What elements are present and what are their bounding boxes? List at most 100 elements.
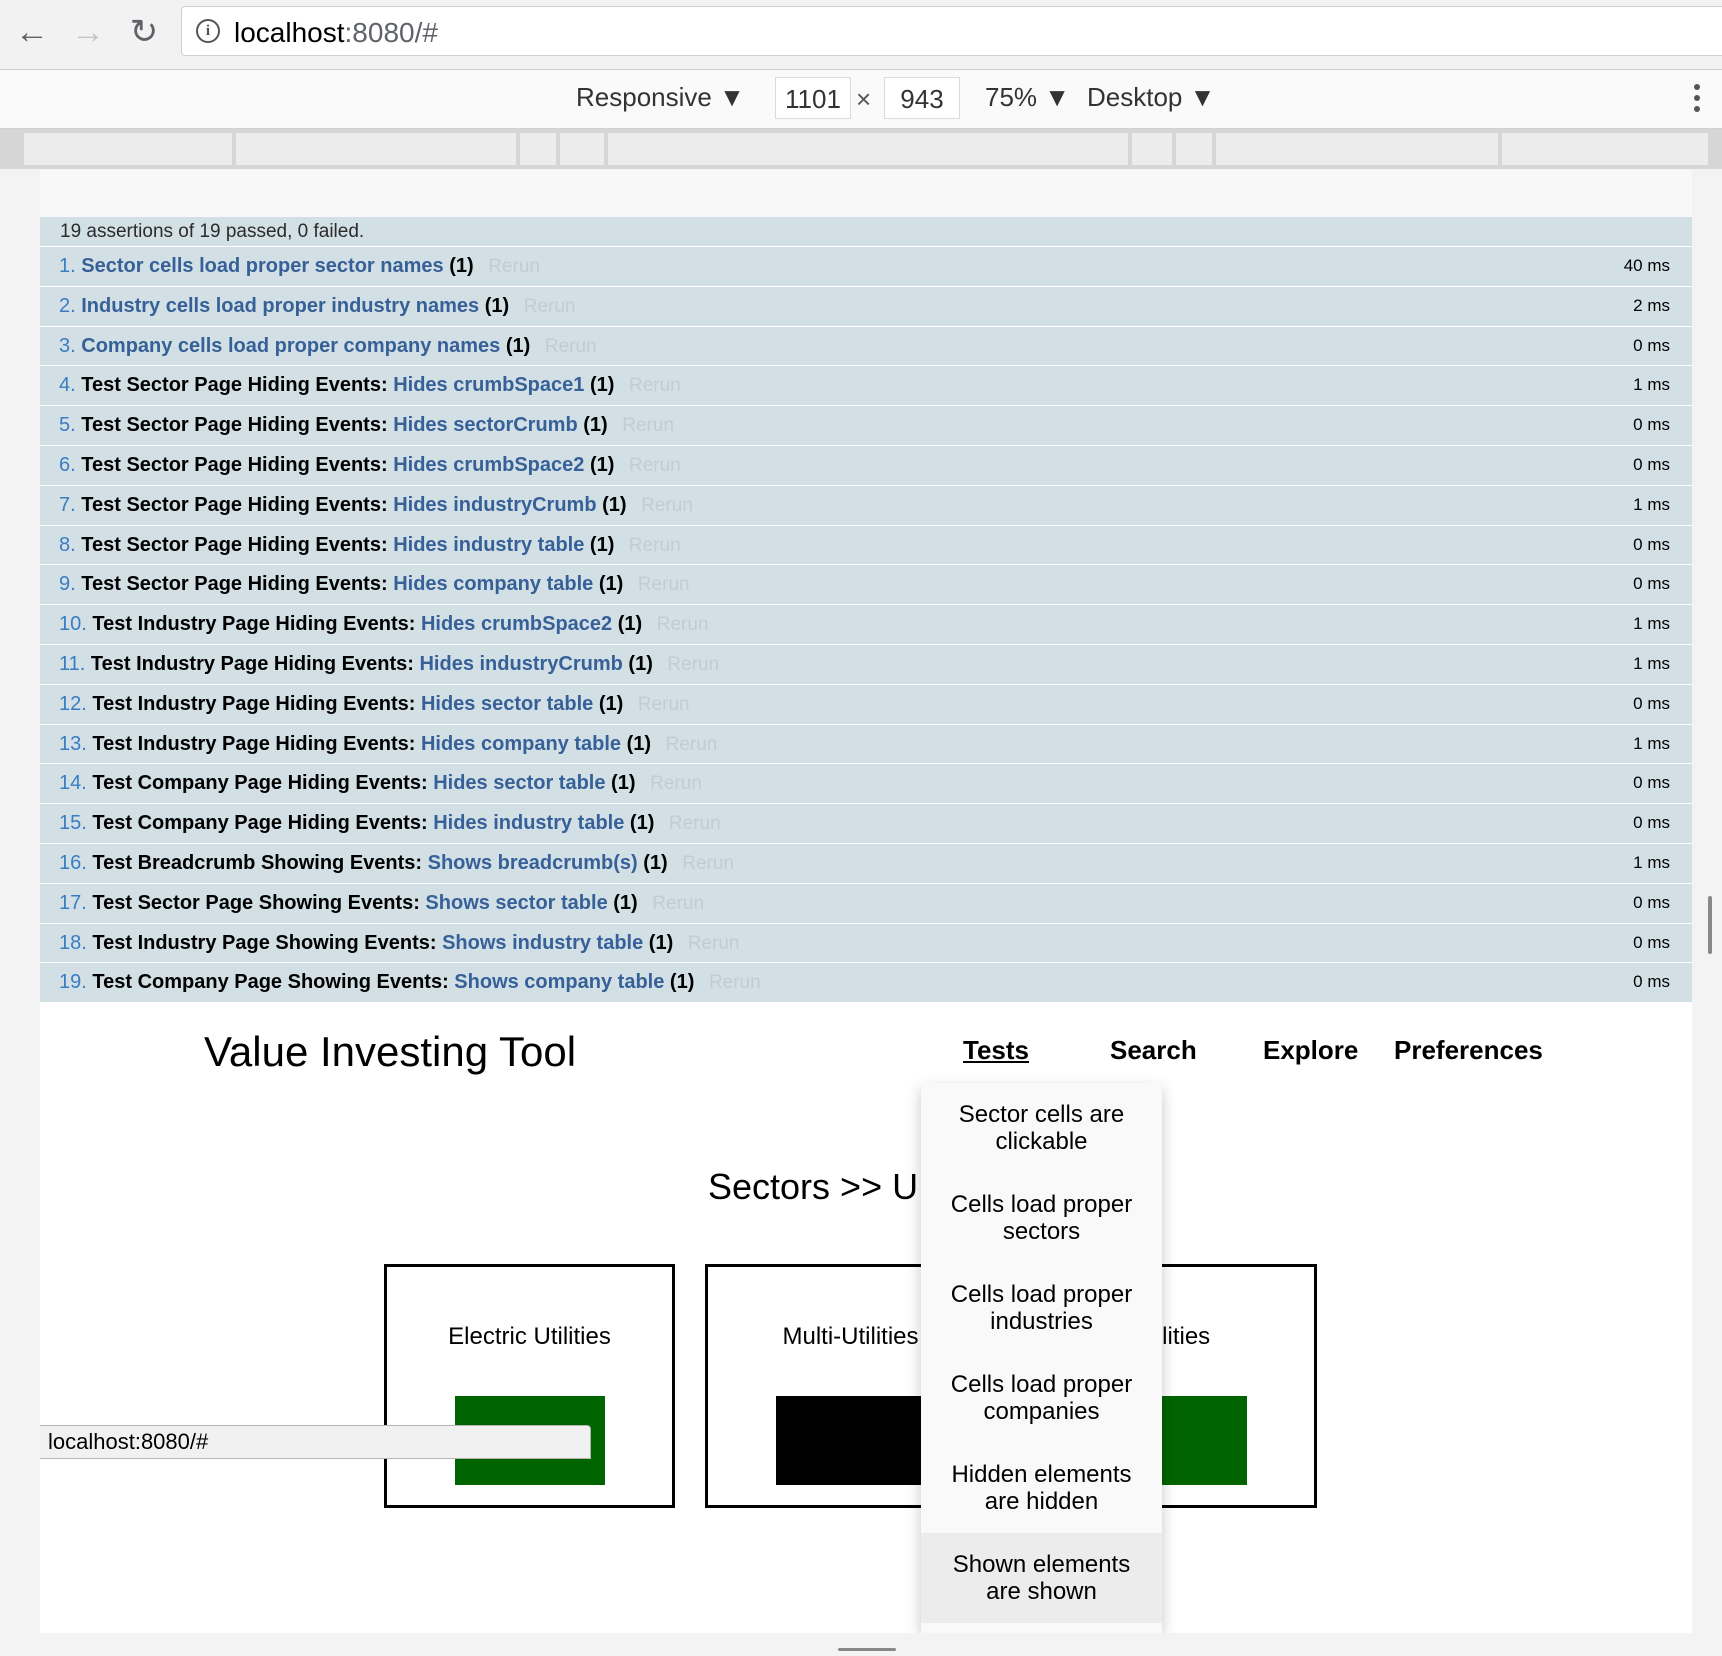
test-counts: (1) (598, 692, 624, 715)
test-row[interactable]: 12. Test Industry Page Hiding Events: Hi… (40, 684, 1692, 725)
test-module: Test Industry Page Hiding Events: (92, 613, 416, 636)
more-options-icon[interactable] (1694, 84, 1700, 117)
menu-item-hidden-elements[interactable]: Hidden elements are hidden (921, 1443, 1162, 1533)
menu-item-cells-load-sectors[interactable]: Cells load proper sectors (921, 1173, 1162, 1263)
test-row[interactable]: 8. Test Sector Page Hiding Events: Hides… (40, 525, 1692, 566)
test-row[interactable]: 17. Test Sector Page Showing Events: Sho… (40, 883, 1692, 924)
test-name[interactable]: Hides company table (421, 733, 621, 755)
rerun-link[interactable]: Rerun (667, 654, 719, 675)
rerun-link[interactable]: Rerun (650, 773, 702, 794)
nav-preferences-link[interactable]: Preferences (1394, 1035, 1543, 1066)
link-status-bubble: localhost:8080/# (40, 1425, 591, 1459)
test-number: 5. (59, 414, 76, 437)
test-row[interactable]: 6. Test Sector Page Hiding Events: Hides… (40, 445, 1692, 486)
rerun-link[interactable]: Rerun (629, 535, 681, 556)
test-duration: 0 ms (1633, 773, 1670, 793)
test-name[interactable]: Hides sector table (433, 772, 605, 794)
test-name[interactable]: Hides crumbSpace2 (393, 454, 584, 476)
test-row[interactable]: 19. Test Company Page Showing Events: Sh… (40, 963, 1692, 1004)
test-row[interactable]: 7. Test Sector Page Hiding Events: Hides… (40, 485, 1692, 526)
test-name[interactable]: Hides crumbSpace2 (421, 613, 612, 635)
address-bar[interactable]: i localhost:8080/# (181, 6, 1722, 56)
test-name[interactable]: Company cells load proper company names (81, 335, 500, 357)
media-query-ruler[interactable] (0, 129, 1722, 169)
breadcrumb[interactable]: Sectors >> U (708, 1166, 918, 1208)
test-name[interactable]: Hides company table (393, 573, 593, 595)
rerun-link[interactable]: Rerun (666, 734, 718, 755)
test-number: 3. (59, 334, 76, 357)
rerun-link[interactable]: Rerun (641, 495, 693, 516)
menu-item-cells-load-industries[interactable]: Cells load proper industries (921, 1263, 1162, 1353)
test-row[interactable]: 5. Test Sector Page Hiding Events: Hides… (40, 406, 1692, 446)
test-row[interactable]: 14. Test Company Page Hiding Events: Hid… (40, 764, 1692, 805)
test-name[interactable]: Shows industry table (442, 932, 643, 954)
forward-arrow-icon[interactable]: → (70, 14, 106, 50)
test-row[interactable]: 3. Company cells load proper company nam… (40, 326, 1692, 367)
test-row[interactable]: 18. Test Industry Page Showing Events: S… (40, 923, 1692, 964)
reload-icon[interactable]: ↻ (126, 14, 162, 50)
test-name[interactable]: Hides industry table (393, 534, 584, 556)
rerun-link[interactable]: Rerun (638, 574, 690, 595)
test-name[interactable]: Industry cells load proper industry name… (81, 295, 479, 317)
test-counts: (1) (484, 294, 510, 317)
test-row[interactable]: 1. Sector cells load proper sector names… (40, 247, 1692, 287)
rerun-link[interactable]: Rerun (682, 853, 734, 874)
rerun-link[interactable]: Rerun (669, 813, 721, 834)
rerun-link[interactable]: Rerun (622, 415, 674, 436)
test-name[interactable]: Shows breadcrumb(s) (428, 852, 638, 874)
responsive-dropdown[interactable]: Responsive ▼ (576, 82, 745, 113)
rerun-link[interactable]: Rerun (657, 614, 709, 635)
back-arrow-icon[interactable]: ← (14, 14, 50, 50)
test-name[interactable]: Sector cells load proper sector names (81, 255, 443, 277)
test-counts: (1) (589, 374, 615, 397)
height-input[interactable]: 943 (884, 77, 960, 119)
test-number: 10. (59, 613, 87, 636)
nav-explore-link[interactable]: Explore (1263, 1035, 1358, 1066)
rerun-link[interactable]: Rerun (652, 893, 704, 914)
test-row[interactable]: 2. Industry cells load proper industry n… (40, 286, 1692, 327)
rerun-link[interactable]: Rerun (629, 455, 681, 476)
device-dropdown[interactable]: Desktop ▼ (1087, 82, 1215, 113)
rerun-link[interactable]: Rerun (709, 972, 761, 993)
test-row[interactable]: 11. Test Industry Page Hiding Events: Hi… (40, 644, 1692, 685)
test-name[interactable]: Shows sector table (425, 892, 607, 914)
menu-item-sector-cells-clickable[interactable]: Sector cells are clickable (921, 1083, 1162, 1173)
test-name[interactable]: Hides industryCrumb (393, 494, 596, 516)
rerun-link[interactable]: Rerun (545, 336, 597, 357)
nav-search-link[interactable]: Search (1110, 1035, 1197, 1066)
menu-item-label: Cells load proper sectors (950, 1191, 1133, 1245)
test-duration: 0 ms (1633, 534, 1670, 554)
resize-handle-bottom[interactable] (838, 1648, 896, 1651)
test-row[interactable]: 9. Test Sector Page Hiding Events: Hides… (40, 565, 1692, 606)
test-name[interactable]: Hides industryCrumb (419, 653, 622, 675)
resize-handle-right[interactable] (1708, 896, 1712, 954)
info-icon[interactable]: i (196, 19, 220, 43)
test-name[interactable]: Shows company table (454, 971, 664, 993)
test-duration: 1 ms (1633, 494, 1670, 514)
rerun-link[interactable]: Rerun (629, 375, 681, 396)
test-name[interactable]: Hides industry table (433, 812, 624, 834)
menu-item-shown-elements[interactable]: Shown elements are shown (921, 1533, 1162, 1623)
rerun-link[interactable]: Rerun (488, 256, 540, 277)
url-host: localhost (234, 17, 345, 48)
test-name[interactable]: Hides sector table (421, 693, 593, 715)
test-row[interactable]: 15. Test Company Page Hiding Events: Hid… (40, 804, 1692, 844)
times-icon: × (856, 84, 872, 114)
test-row[interactable]: 4. Test Sector Page Hiding Events: Hides… (40, 366, 1692, 407)
test-row[interactable]: 10. Test Industry Page Hiding Events: Hi… (40, 605, 1692, 645)
test-row[interactable]: 16. Test Breadcrumb Showing Events: Show… (40, 843, 1692, 884)
zoom-dropdown[interactable]: 75% ▼ (985, 82, 1070, 113)
test-name[interactable]: Hides sectorCrumb (393, 414, 578, 436)
rerun-link[interactable]: Rerun (688, 933, 740, 954)
width-input[interactable]: 1101 (775, 77, 851, 119)
test-summary: 19 assertions of 19 passed, 0 failed. (40, 217, 1692, 247)
test-row[interactable]: 13. Test Industry Page Hiding Events: Hi… (40, 724, 1692, 765)
menu-item-cells-load-companies[interactable]: Cells load proper companies (921, 1353, 1162, 1443)
url-text[interactable]: localhost:8080/# (234, 17, 438, 49)
menu-item-label: Hidden elements are hidden (951, 1461, 1132, 1515)
rerun-link[interactable]: Rerun (524, 296, 576, 317)
nav-tests-link[interactable]: Tests (963, 1035, 1029, 1066)
industry-card-electric-utilities[interactable]: Electric Utilities (384, 1264, 675, 1508)
rerun-link[interactable]: Rerun (638, 694, 690, 715)
test-name[interactable]: Hides crumbSpace1 (393, 374, 584, 396)
